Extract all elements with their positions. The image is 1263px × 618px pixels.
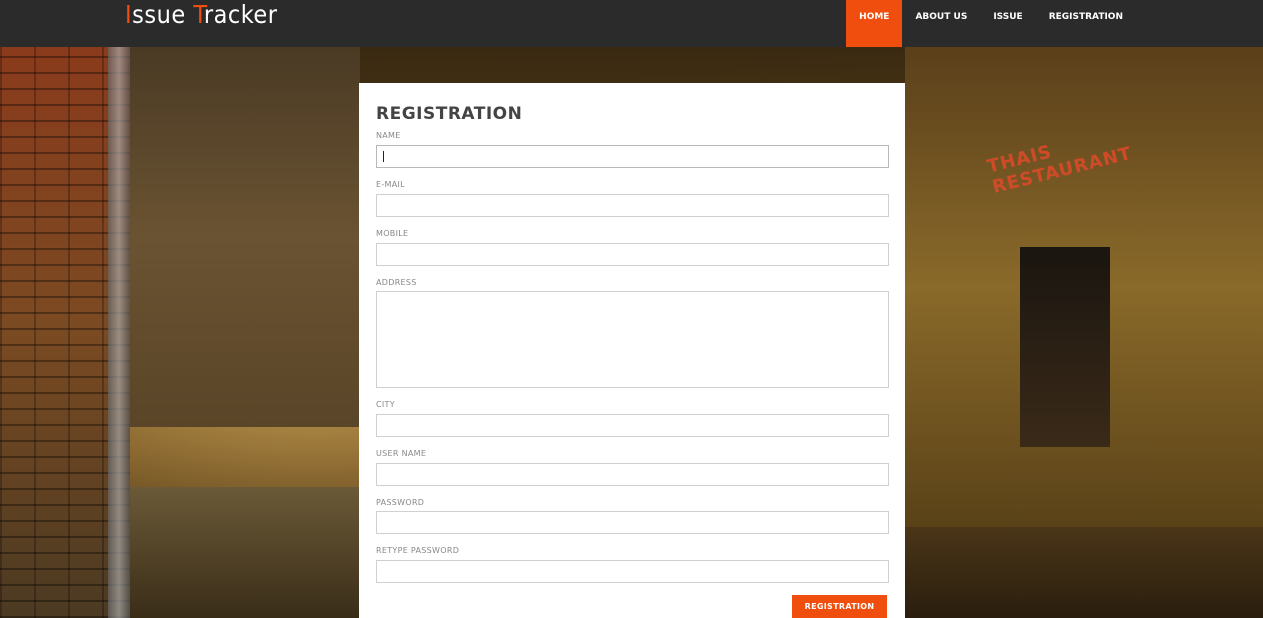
text-caret: [383, 151, 384, 162]
registration-submit-button[interactable]: REGISTRATION: [792, 595, 887, 618]
username-input[interactable]: [376, 463, 889, 486]
alley-building: [130, 47, 360, 427]
form-title: REGISTRATION: [376, 104, 523, 124]
name-label: NAME: [376, 131, 401, 140]
logo-letter-t: T: [193, 0, 204, 29]
main-nav: HOME ABOUT US ISSUE REGISTRATION: [846, 0, 1136, 47]
street-ground: [905, 527, 1263, 618]
password-input[interactable]: [376, 511, 889, 534]
navbar: Issue Tracker HOME ABOUT US ISSUE REGIST…: [0, 0, 1263, 47]
city-label: CITY: [376, 400, 395, 409]
email-input[interactable]: [376, 194, 889, 217]
restaurant-door: [1020, 247, 1110, 447]
alley-ground: [130, 487, 360, 618]
nav-home[interactable]: HOME: [846, 0, 903, 47]
address-label: ADDRESS: [376, 278, 417, 287]
email-label: E-MAIL: [376, 180, 405, 189]
retype-password-label: RETYPE PASSWORD: [376, 546, 460, 555]
address-textarea[interactable]: [376, 291, 889, 388]
site-logo[interactable]: Issue Tracker: [125, 0, 278, 30]
nav-registration[interactable]: REGISTRATION: [1036, 0, 1136, 47]
logo-text-1: ssue: [132, 0, 194, 29]
city-input[interactable]: [376, 414, 889, 437]
nav-about-us[interactable]: ABOUT US: [902, 0, 980, 47]
mobile-input[interactable]: [376, 243, 889, 266]
drainpipe: [108, 47, 130, 618]
logo-text-2: racker: [203, 0, 278, 29]
password-label: PASSWORD: [376, 498, 425, 507]
retype-password-input[interactable]: [376, 560, 889, 583]
nav-issue[interactable]: ISSUE: [980, 0, 1035, 47]
username-label: USER NAME: [376, 449, 427, 458]
name-input[interactable]: [376, 145, 889, 168]
mobile-label: MOBILE: [376, 229, 409, 238]
registration-panel: REGISTRATION NAME E-MAIL MOBILE ADDRESS …: [359, 83, 905, 618]
